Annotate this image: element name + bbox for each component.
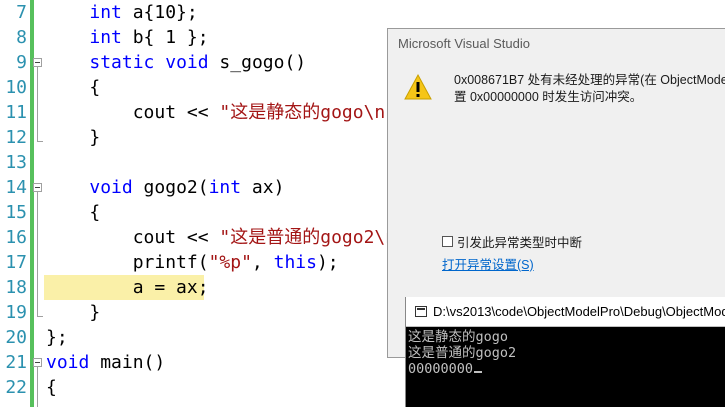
console-window-icon: [415, 306, 427, 317]
warning-icon: [404, 73, 432, 100]
code-token: {: [46, 202, 101, 223]
code-token: a{10};: [121, 2, 198, 23]
code-line[interactable]: void main(): [46, 350, 165, 375]
line-number: 8: [16, 27, 27, 48]
break-on-exception-checkbox[interactable]: [442, 235, 453, 247]
line-number: 12: [5, 127, 27, 148]
code-line[interactable]: {: [46, 75, 100, 100]
code-token: a = ax;: [46, 277, 209, 298]
console-output-line: 这是静态的gogo: [408, 329, 509, 345]
code-line[interactable]: }: [46, 300, 100, 325]
line-number: 7: [16, 2, 27, 23]
line-number: 9: [16, 52, 27, 73]
code-line[interactable]: {: [46, 200, 100, 225]
code-token: cout <<: [46, 102, 220, 123]
code-line[interactable]: int a{10};: [46, 0, 198, 25]
line-number: 19: [5, 302, 27, 323]
fold-toggle-icon[interactable]: [33, 358, 42, 367]
fold-guide-end: [37, 141, 43, 142]
code-token: };: [46, 327, 68, 348]
console-cursor: [474, 371, 483, 373]
keyword-token: int: [208, 177, 242, 198]
line-number-gutter: 7 8 9 10 11 12 13 14 15 16 17 18 19 20 21 22: [0, 0, 27, 407]
code-line[interactable]: static void s_gogo(): [46, 50, 306, 75]
line-number: 16: [5, 227, 27, 248]
fold-guide: [37, 367, 38, 407]
line-number: 15: [5, 202, 27, 223]
code-token: main(): [89, 352, 166, 373]
code-token: s_gogo(): [208, 52, 307, 73]
keyword-token: this: [273, 252, 317, 273]
code-line[interactable]: }: [46, 125, 100, 150]
code-token: cout <<: [46, 227, 220, 248]
keyword-token: void: [89, 177, 133, 198]
line-number: 14: [5, 177, 27, 198]
line-number: 18: [5, 277, 27, 298]
console-title: D:\vs2013\code\ObjectModelPro\Debug\Obje…: [433, 304, 725, 319]
code-token: b{ 1 };: [121, 27, 209, 48]
open-exception-settings-link[interactable]: 打开异常设置(S): [442, 254, 534, 273]
line-number: 20: [5, 327, 27, 348]
console-output-line: 这是普通的gogo2: [408, 345, 517, 361]
fold-guide: [37, 67, 38, 141]
code-line[interactable]: printf("%p", this);: [46, 250, 339, 275]
keyword-token: void: [46, 352, 90, 373]
line-number: 21: [5, 352, 27, 373]
break-on-exception-option[interactable]: 引发此异常类型时中断: [442, 232, 582, 251]
code-line[interactable]: cout << "这是普通的gogo2\n";: [46, 225, 418, 250]
fold-guide-end: [37, 316, 43, 317]
code-token: }: [46, 127, 101, 148]
line-number: 13: [5, 152, 27, 173]
string-token: "%p": [208, 252, 252, 273]
dialog-title: Microsoft Visual Studio: [398, 36, 530, 51]
fold-toggle-icon[interactable]: [33, 183, 42, 192]
keyword-token: static: [89, 52, 155, 73]
console-output-line: 00000000: [408, 361, 483, 377]
code-line[interactable]: };: [46, 325, 68, 350]
console-titlebar[interactable]: D:\vs2013\code\ObjectModelPro\Debug\Obje…: [406, 297, 725, 327]
line-number: 22: [5, 377, 27, 398]
code-line[interactable]: int b{ 1 };: [46, 25, 209, 50]
console-output-text: 00000000: [408, 361, 474, 377]
dialog-message: 0x008671B7 处有未经处理的异常(在 ObjectModel 置 0x0…: [454, 72, 725, 106]
code-token: );: [316, 252, 339, 273]
keyword-token: int: [89, 27, 122, 48]
code-line[interactable]: a = ax;: [46, 275, 209, 300]
code-token: {: [46, 77, 101, 98]
dialog-message-line1: 0x008671B7 处有未经处理的异常(在 ObjectModel: [454, 73, 725, 87]
code-token: ,: [251, 252, 274, 273]
code-token: ax): [241, 177, 285, 198]
code-line[interactable]: void gogo2(int ax): [46, 175, 284, 200]
code-token: {: [46, 377, 57, 398]
break-on-exception-label[interactable]: 引发此异常类型时中断: [457, 232, 582, 251]
console-window[interactable]: D:\vs2013\code\ObjectModelPro\Debug\Obje…: [405, 297, 725, 407]
keyword-token: int: [89, 2, 122, 23]
fold-guide: [37, 192, 38, 316]
line-number: 10: [5, 77, 27, 98]
code-line[interactable]: cout << "这是静态的gogo\n";: [46, 100, 407, 125]
code-token: }: [46, 302, 101, 323]
keyword-token: void: [165, 52, 209, 73]
line-number: 17: [5, 252, 27, 273]
code-token: gogo2(: [132, 177, 209, 198]
fold-toggle-icon[interactable]: [33, 58, 42, 67]
string-token: "这是静态的gogo\n";: [219, 102, 407, 123]
line-number: 11: [5, 102, 27, 123]
code-line[interactable]: {: [46, 375, 57, 400]
code-token: printf(: [46, 252, 209, 273]
dialog-message-line2: 置 0x00000000 时发生访问冲突。: [454, 90, 643, 104]
